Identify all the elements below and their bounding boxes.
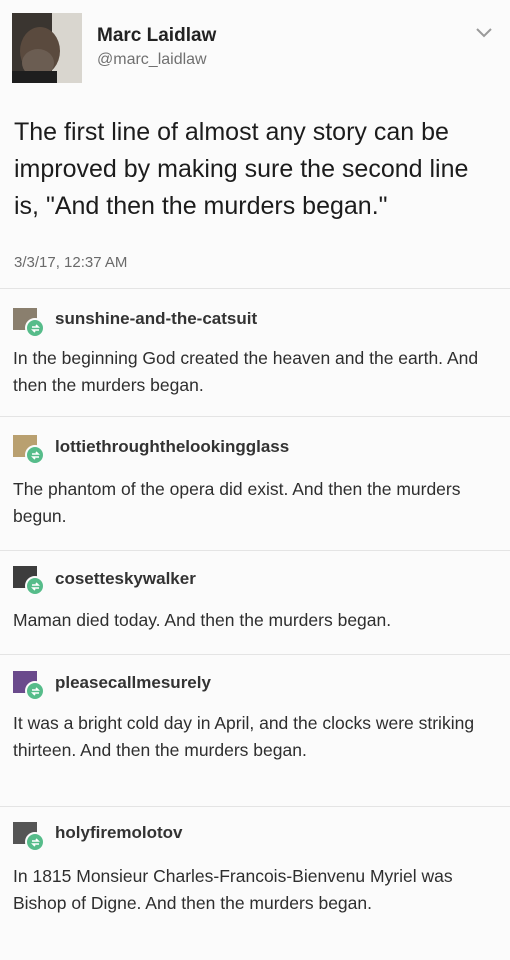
username-link[interactable]: pleasecallmesurely [55, 673, 211, 693]
chevron-down-icon[interactable] [474, 26, 494, 40]
user-avatar[interactable] [13, 308, 45, 338]
post-text: Maman died today. And then the murders b… [13, 610, 392, 630]
user-avatar[interactable] [13, 822, 45, 852]
username-link[interactable]: cosetteskywalker [55, 569, 196, 589]
tweet-text: The first line of almost any story can b… [14, 118, 469, 220]
user-avatar[interactable] [13, 435, 45, 465]
display-name[interactable]: Marc Laidlaw [97, 25, 216, 47]
user-avatar[interactable] [13, 671, 45, 701]
tweet-timestamp[interactable]: 3/3/17, 12:37 AM [14, 254, 127, 271]
reblog-icon [25, 318, 45, 338]
post-item: cosetteskywalker Maman died today. And t… [0, 550, 510, 654]
avatar-photo [12, 13, 82, 83]
post-item: sunshine-and-the-catsuit In the beginnin… [0, 288, 510, 416]
user-avatar[interactable] [13, 566, 45, 596]
username-link[interactable]: sunshine-and-the-catsuit [55, 309, 257, 329]
reblog-icon [25, 832, 45, 852]
post-item: pleasecallmesurely It was a bright cold … [0, 654, 510, 806]
reblog-icon [25, 576, 45, 596]
post-text: In 1815 Monsieur Charles-Francois-Bienve… [13, 866, 453, 913]
user-handle[interactable]: @marc_laidlaw [97, 51, 207, 69]
post-text: It was a bright cold day in April, and t… [13, 713, 475, 760]
reblog-icon [25, 445, 45, 465]
tweet-card: Marc Laidlaw @marc_laidlaw The first lin… [0, 0, 510, 288]
reblog-icon [25, 681, 45, 701]
post-item: lottiethroughthelookingglass The phantom… [0, 416, 510, 550]
post-item: holyfiremolotov In 1815 Monsieur Charles… [0, 806, 510, 960]
username-link[interactable]: holyfiremolotov [55, 823, 183, 843]
post-text: The phantom of the opera did exist. And … [13, 479, 461, 526]
avatar[interactable] [12, 13, 82, 83]
post-text: In the beginning God created the heaven … [13, 348, 479, 395]
username-link[interactable]: lottiethroughthelookingglass [55, 437, 289, 457]
